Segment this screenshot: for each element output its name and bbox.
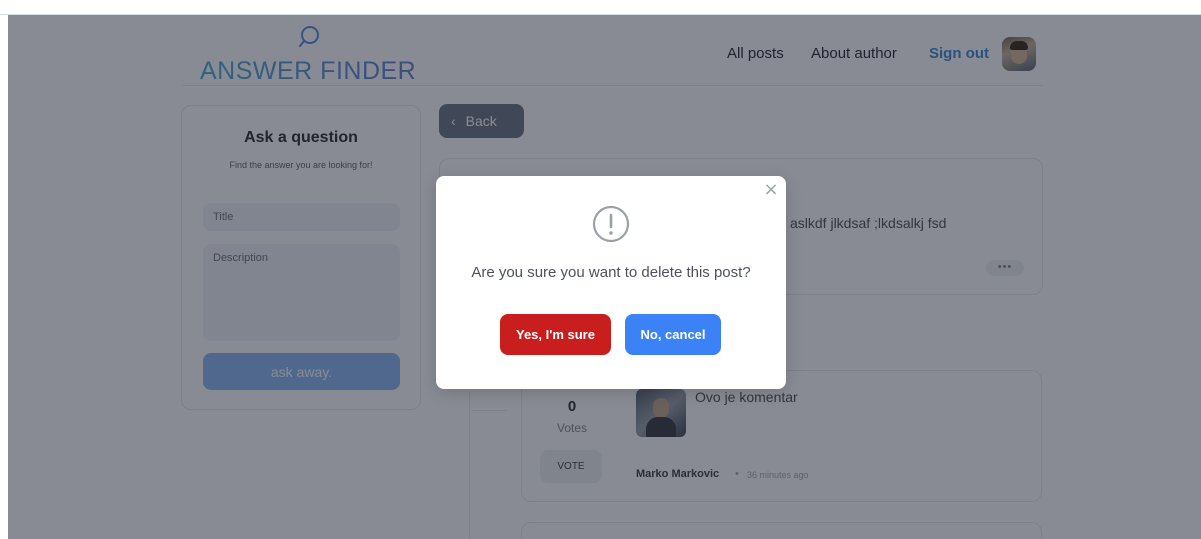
cancel-button[interactable]: No, cancel: [625, 314, 721, 355]
confirm-delete-button[interactable]: Yes, I'm sure: [500, 314, 611, 355]
close-icon[interactable]: ×: [762, 181, 780, 199]
delete-confirm-modal: × Are you sure you want to delete this p…: [436, 176, 786, 389]
modal-message: Are you sure you want to delete this pos…: [471, 264, 751, 281]
warning-icon: [592, 205, 630, 243]
page-viewport: ANSWER FINDER All posts About author Sig…: [8, 15, 1201, 539]
